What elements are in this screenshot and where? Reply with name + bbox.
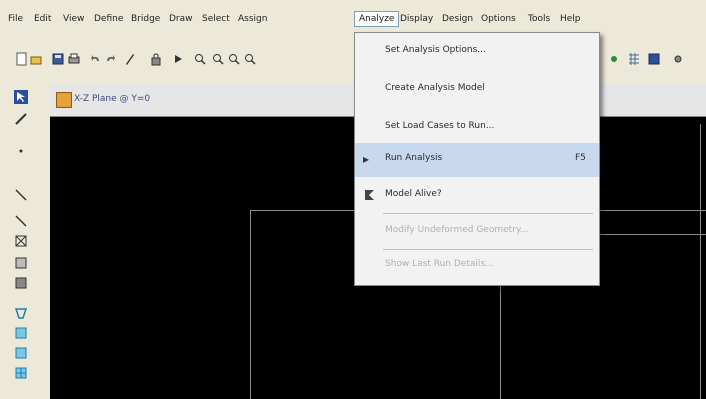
undo-icon[interactable] (90, 52, 102, 66)
main-toolbar (0, 34, 706, 85)
menu-help[interactable]: Help (560, 14, 581, 24)
diagonal-line-icon[interactable] (14, 214, 28, 228)
menu-edit[interactable]: Edit (34, 14, 51, 24)
area-icon[interactable] (14, 256, 28, 270)
grid-area-icon[interactable] (14, 366, 28, 380)
menu-item-label: Set Load Cases to Run... (385, 121, 495, 131)
print-icon[interactable] (68, 52, 80, 66)
menu-select[interactable]: Select (202, 14, 230, 24)
menu-item-shortcut: F5 (575, 153, 586, 163)
zoom-previous-icon[interactable] (244, 52, 256, 66)
new-file-icon[interactable] (16, 52, 28, 66)
run-icon: ▸ (363, 152, 370, 166)
menu-item-label: Model Alive? (385, 189, 442, 199)
menu-bar: File Edit View Define Bridge Draw Select… (0, 0, 706, 35)
menu-item-create-analysis-model[interactable]: Create Analysis Model (355, 73, 599, 107)
lock-icon[interactable] (150, 52, 162, 66)
menu-display[interactable]: Display (400, 14, 433, 24)
menu-item-modify-undeformed-geometry[interactable]: Modify Undeformed Geometry... (355, 215, 599, 249)
menu-item-set-load-cases[interactable]: Set Load Cases to Run... (355, 111, 599, 145)
frame-line (250, 210, 251, 399)
frame-line (700, 124, 701, 399)
side-toolbar (0, 84, 51, 399)
menu-tools[interactable]: Tools (528, 14, 550, 24)
menu-item-label: Modify Undeformed Geometry... (385, 225, 529, 235)
menu-item-set-analysis-options[interactable]: Set Analysis Options... (355, 35, 599, 69)
pointer-icon[interactable] (14, 90, 28, 104)
menu-item-label: Create Analysis Model (385, 83, 485, 93)
menu-file[interactable]: File (8, 14, 23, 24)
save-icon[interactable] (52, 52, 64, 66)
brace-icon[interactable] (14, 234, 28, 248)
polygon-icon[interactable] (14, 306, 28, 320)
menu-assign[interactable]: Assign (238, 14, 267, 24)
draw-frame-icon[interactable] (14, 112, 28, 126)
display-icon[interactable] (648, 52, 660, 66)
solid-icon[interactable] (14, 276, 28, 290)
model-alive-icon (363, 188, 377, 205)
menu-item-run-analysis[interactable]: ▸ Run Analysis F5 (355, 143, 599, 177)
menu-item-model-alive[interactable]: Model Alive? (355, 179, 599, 213)
refresh-icon[interactable] (608, 52, 620, 66)
zoom-in-icon[interactable] (194, 52, 206, 66)
redo-icon[interactable] (104, 52, 116, 66)
pencil-icon[interactable] (124, 52, 136, 66)
window-icon (56, 92, 72, 108)
menu-item-label: Run Analysis (385, 153, 443, 163)
menu-design[interactable]: Design (442, 14, 473, 24)
menu-define[interactable]: Define (94, 14, 123, 24)
menu-analyze[interactable]: Analyze (354, 11, 400, 27)
zoom-out-icon[interactable] (212, 52, 224, 66)
open-folder-icon[interactable] (30, 52, 42, 66)
menu-view[interactable]: View (63, 14, 84, 24)
menu-item-show-last-run-details[interactable]: Show Last Run Details... (355, 249, 599, 283)
line-icon[interactable] (14, 188, 28, 202)
rectangle-icon[interactable] (14, 326, 28, 340)
menu-separator (383, 213, 593, 214)
menu-item-label: Show Last Run Details... (385, 259, 494, 269)
settings-icon[interactable] (672, 52, 684, 66)
zoom-window-icon[interactable] (228, 52, 240, 66)
dot-icon[interactable] (14, 144, 28, 158)
window-title: X-Z Plane @ Y=0 (74, 94, 151, 104)
grid-icon[interactable] (628, 52, 640, 66)
menu-draw[interactable]: Draw (169, 14, 193, 24)
analyze-menu: Set Analysis Options... Create Analysis … (354, 32, 600, 286)
run-arrow-icon[interactable] (172, 52, 184, 66)
quad-icon[interactable] (14, 346, 28, 360)
menu-bridge[interactable]: Bridge (131, 14, 160, 24)
menu-options[interactable]: Options (481, 14, 516, 24)
menu-item-label: Set Analysis Options... (385, 45, 486, 55)
